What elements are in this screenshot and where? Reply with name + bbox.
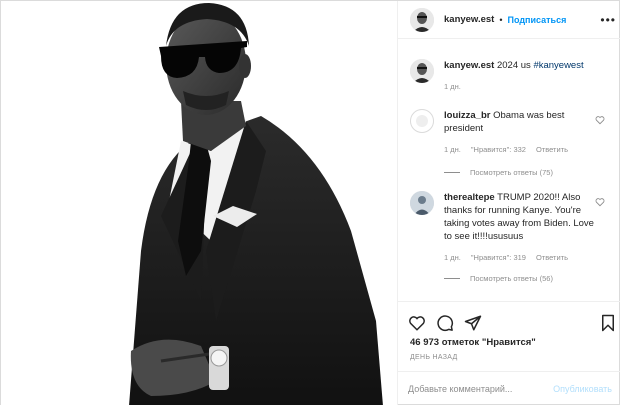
header-username[interactable]: kanyew.est — [444, 14, 494, 25]
likes-count[interactable]: 46 973 отметок "Нравится" — [410, 337, 536, 348]
add-comment-bar: Добавьте комментарий... Опубликовать — [398, 371, 620, 405]
caption-hashtag[interactable]: #kanyewest — [533, 60, 583, 71]
post-caption: kanyew.est 2024 us #kanyewest 1 дн. — [410, 59, 610, 93]
avatar[interactable] — [410, 59, 434, 83]
post-photo[interactable] — [1, 1, 397, 405]
reply-button[interactable]: Ответить — [536, 145, 568, 154]
view-replies-label[interactable]: Посмотреть ответы (75) — [470, 168, 553, 177]
action-icons — [408, 314, 482, 332]
save-bookmark-icon[interactable] — [600, 314, 616, 332]
share-paper-plane-icon[interactable] — [464, 314, 482, 332]
comment-body: therealtepe TRUMP 2020!! Also thanks for… — [444, 191, 594, 243]
instagram-post: kanyew.est • Подписаться ••• kanyew.est … — [0, 0, 620, 405]
person-in-suit-photo — [1, 1, 397, 405]
comment-time: 1 дн. — [444, 145, 461, 154]
comments-list[interactable]: kanyew.est 2024 us #kanyewest 1 дн. loui… — [398, 39, 620, 301]
replies-divider — [444, 278, 460, 279]
caption-username[interactable]: kanyew.est — [444, 60, 494, 71]
post-actions: 46 973 отметок "Нравится" ДЕНЬ НАЗАД — [398, 301, 620, 366]
post-date: ДЕНЬ НАЗАД — [410, 354, 458, 361]
like-heart-icon[interactable] — [408, 314, 426, 332]
caption-text: 2024 us — [496, 60, 534, 71]
comment-meta: 1 дн. "Нравится": 332 Ответить — [444, 145, 615, 154]
replies-divider — [444, 172, 460, 173]
avatar[interactable] — [410, 7, 434, 32]
avatar[interactable] — [410, 109, 434, 133]
view-replies-button[interactable]: Посмотреть ответы (75) — [444, 168, 615, 177]
caption-text-block: kanyew.est 2024 us #kanyewest 1 дн. — [444, 59, 584, 93]
separator-dot: • — [499, 14, 503, 25]
like-comment-heart-icon[interactable] — [595, 197, 605, 207]
comment-username[interactable]: louizza_br — [444, 110, 490, 121]
publish-button[interactable]: Опубликовать — [553, 384, 612, 394]
reply-button[interactable]: Ответить — [536, 253, 568, 262]
comment-username[interactable]: therealtepe — [444, 192, 495, 203]
comment-bubble-icon[interactable] — [436, 314, 454, 332]
view-replies-label[interactable]: Посмотреть ответы (56) — [470, 274, 553, 283]
comment-body: louizza_br Obama was best president — [444, 109, 594, 135]
comment-time: 1 дн. — [444, 253, 461, 262]
comment-item: therealtepe TRUMP 2020!! Also thanks for… — [410, 191, 615, 283]
like-comment-heart-icon[interactable] — [595, 115, 605, 125]
more-options-icon[interactable]: ••• — [600, 13, 616, 27]
follow-button[interactable]: Подписаться — [508, 15, 567, 25]
comment-likes[interactable]: "Нравится": 319 — [471, 253, 526, 262]
view-replies-button[interactable]: Посмотреть ответы (56) — [444, 274, 615, 283]
post-header: kanyew.est • Подписаться ••• — [398, 1, 620, 39]
comment-item: louizza_br Obama was best president 1 дн… — [410, 109, 615, 177]
comment-meta: 1 дн. "Нравится": 319 Ответить — [444, 253, 615, 262]
comment-input[interactable]: Добавьте комментарий... — [408, 384, 553, 394]
post-sidebar: kanyew.est • Подписаться ••• kanyew.est … — [397, 1, 620, 405]
avatar[interactable] — [410, 191, 434, 215]
comment-likes[interactable]: "Нравится": 332 — [471, 145, 526, 154]
caption-time: 1 дн. — [444, 82, 461, 91]
